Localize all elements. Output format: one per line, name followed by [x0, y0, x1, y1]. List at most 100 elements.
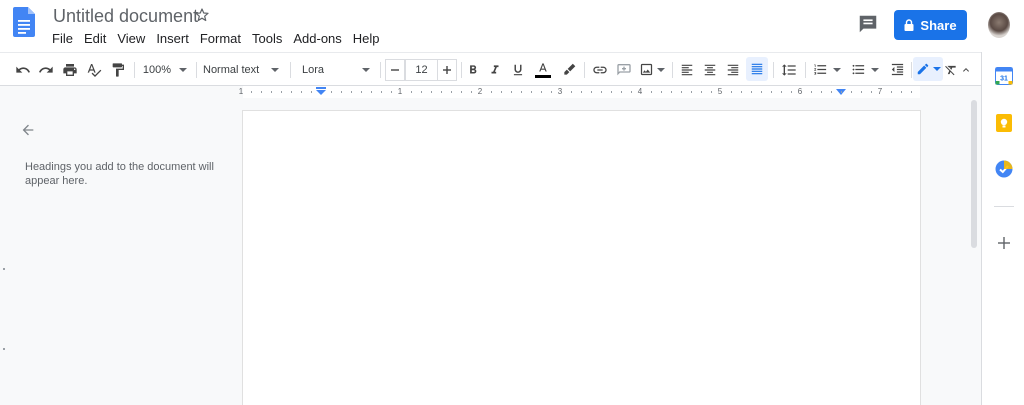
- vertical-scrollbar[interactable]: [967, 98, 981, 405]
- tasks-icon[interactable]: [995, 160, 1013, 178]
- calendar-icon[interactable]: 31: [995, 67, 1013, 85]
- ruler-tick: [841, 91, 842, 93]
- font-select[interactable]: Lora: [302, 53, 376, 86]
- ruler-label: 1: [397, 87, 403, 96]
- left-indent-marker-icon[interactable]: [316, 87, 326, 95]
- ruler-tick: [751, 91, 752, 93]
- collapse-toolbar-button[interactable]: [959, 53, 973, 86]
- ruler-tick: [271, 91, 272, 93]
- document-title[interactable]: Untitled document: [53, 6, 198, 27]
- ruler-tick: [591, 91, 592, 93]
- ruler-label: 6: [797, 87, 803, 96]
- ruler-tick: [381, 91, 382, 93]
- align-justify-icon: [751, 63, 763, 75]
- insert-link-button[interactable]: [589, 53, 611, 86]
- numbered-list-button[interactable]: [810, 53, 844, 86]
- line-spacing-button[interactable]: [778, 53, 800, 86]
- ruler-tick: [261, 91, 262, 93]
- menu-insert[interactable]: Insert: [156, 31, 189, 46]
- ruler-tick: [821, 91, 822, 93]
- plus-icon: [443, 66, 451, 74]
- clear-formatting-button[interactable]: [943, 53, 959, 86]
- keep-icon[interactable]: [995, 114, 1013, 132]
- document-page[interactable]: [242, 110, 921, 405]
- editing-mode-button[interactable]: [913, 57, 943, 81]
- style-value: Normal text: [203, 63, 260, 76]
- align-justify-button[interactable]: [746, 57, 768, 81]
- undo-button[interactable]: [12, 53, 34, 86]
- highlight-color-button[interactable]: [559, 53, 579, 86]
- print-button[interactable]: [59, 53, 81, 86]
- menu-add-ons[interactable]: Add-ons: [293, 31, 341, 46]
- comment-icon[interactable]: [857, 13, 879, 35]
- back-arrow-icon[interactable]: [20, 122, 36, 138]
- chevron-down-icon: [362, 67, 371, 72]
- ruler-tick: [281, 91, 282, 93]
- ruler-tick: [781, 91, 782, 93]
- toolbar-separator: [461, 62, 462, 78]
- insert-comment-button[interactable]: [613, 53, 635, 86]
- ruler-tick: [251, 91, 252, 93]
- insert-image-button[interactable]: [637, 53, 667, 86]
- chevron-down-icon: [179, 67, 188, 72]
- text-color-button[interactable]: [533, 53, 553, 86]
- bulleted-list-button[interactable]: [848, 53, 882, 86]
- ruler-tick: [511, 91, 512, 93]
- menu-view[interactable]: View: [117, 31, 145, 46]
- italic-button[interactable]: [486, 53, 504, 86]
- horizontal-ruler[interactable]: 1 1 2 3 4 5 6 7: [0, 86, 970, 98]
- add-icon[interactable]: [995, 234, 1013, 252]
- scrollbar-thumb[interactable]: [971, 100, 977, 248]
- decrease-font-size-button[interactable]: [385, 59, 405, 81]
- share-button[interactable]: Share: [894, 10, 967, 40]
- document-outline-panel: Headings you add to the document will ap…: [0, 98, 242, 405]
- ruler-tick: [531, 91, 532, 93]
- ruler-tick: [451, 91, 452, 93]
- chevron-up-icon: [963, 67, 969, 72]
- ruler-tick: [541, 91, 542, 93]
- ruler-label: 4: [637, 87, 643, 96]
- chevron-down-icon: [871, 67, 879, 72]
- zoom-select[interactable]: 100%: [140, 53, 190, 86]
- spell-check-button[interactable]: [83, 53, 105, 86]
- title-bar: Untitled document File Edit View Insert …: [0, 0, 1024, 52]
- increase-font-size-button[interactable]: [437, 59, 457, 81]
- font-size-input[interactable]: 12: [405, 59, 438, 81]
- underline-icon: [513, 64, 523, 75]
- style-select[interactable]: Normal text: [203, 53, 283, 86]
- decrease-indent-button[interactable]: [886, 53, 908, 86]
- toolbar-separator: [911, 62, 912, 78]
- ruler-tick: [671, 91, 672, 93]
- menu-help[interactable]: Help: [353, 31, 380, 46]
- vertical-ruler-tick: [3, 348, 5, 350]
- underline-button[interactable]: [509, 53, 527, 86]
- ruler-tick: [431, 91, 432, 93]
- ruler-tick: [681, 91, 682, 93]
- ruler-tick: [631, 91, 632, 93]
- paint-format-icon: [112, 62, 124, 77]
- lock-icon: [904, 19, 914, 31]
- ruler-tick: [611, 91, 612, 93]
- menu-file[interactable]: File: [52, 31, 73, 46]
- menu-tools[interactable]: Tools: [252, 31, 282, 46]
- chevron-down-icon: [833, 67, 841, 72]
- menu-edit[interactable]: Edit: [84, 31, 106, 46]
- align-right-button[interactable]: [723, 53, 743, 86]
- ruler-tick: [361, 91, 362, 93]
- ruler-label: 1: [238, 87, 244, 96]
- ruler-tick: [341, 91, 342, 93]
- star-icon[interactable]: [194, 7, 210, 23]
- paint-format-button[interactable]: [107, 53, 129, 86]
- docs-logo-icon[interactable]: [13, 7, 35, 37]
- bold-button[interactable]: [464, 53, 482, 86]
- ruler-tick: [311, 91, 312, 93]
- align-left-button[interactable]: [677, 53, 697, 86]
- toolbar-separator: [672, 62, 673, 78]
- side-panel: 31: [981, 52, 1024, 405]
- redo-button[interactable]: [35, 53, 57, 86]
- avatar[interactable]: [988, 12, 1010, 38]
- menu-format[interactable]: Format: [200, 31, 241, 46]
- zoom-value: 100%: [142, 63, 172, 76]
- ruler-tick: [651, 91, 652, 93]
- align-center-button[interactable]: [700, 53, 720, 86]
